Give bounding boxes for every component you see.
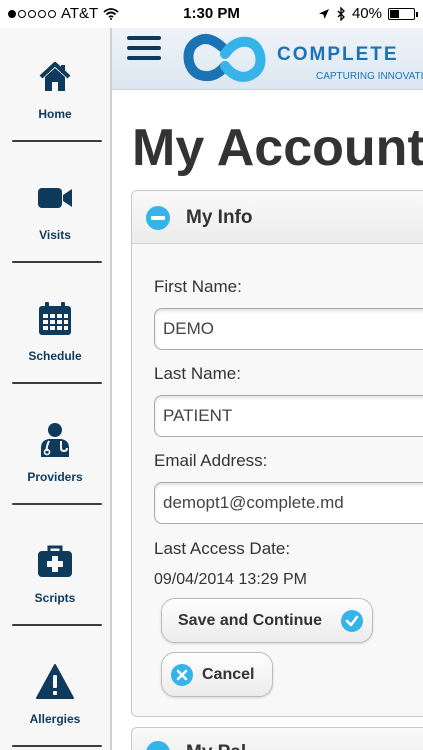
doctor-icon: [41, 422, 69, 457]
sidebar: Home Visits Schedule Providers Scripts A…: [0, 28, 112, 750]
sidebar-divider: [12, 503, 102, 505]
last-access-value: 09/04/2014 13:29 PM: [154, 571, 308, 588]
sidebar-item-label: Allergies: [29, 711, 81, 726]
sidebar-divider: [12, 745, 102, 747]
first-name-label: First Name:: [154, 277, 242, 296]
sidebar-divider: [12, 140, 102, 142]
page-title: My Account: [132, 119, 423, 177]
sidebar-item-label: Scripts: [34, 590, 76, 605]
brand-name: COMPLETE: [277, 44, 399, 65]
first-name-input[interactable]: [154, 308, 423, 350]
cancel-label: Cancel: [202, 665, 255, 683]
sidebar-item-visits[interactable]: Visits: [0, 149, 110, 270]
minus-circle-icon: [146, 741, 170, 750]
last-access-label: Last Access Date:: [154, 539, 291, 558]
last-name-input[interactable]: [154, 395, 423, 437]
close-circle-icon: [171, 664, 193, 686]
next-section-panel[interactable]: My Pal: [131, 727, 423, 750]
sidebar-item-allergies[interactable]: Allergies: [0, 633, 110, 750]
warning-icon: [36, 663, 74, 699]
sidebar-divider: [12, 382, 102, 384]
status-right-group: 40%: [318, 5, 418, 22]
next-section-title: My Pal: [186, 742, 246, 750]
battery-fill: [390, 9, 400, 18]
home-icon: [39, 61, 71, 91]
video-camera-icon: [38, 187, 72, 208]
sidebar-item-home[interactable]: Home: [0, 28, 110, 149]
menu-button[interactable]: [127, 36, 161, 66]
last-name-label: Last Name:: [154, 364, 241, 383]
minus-circle-icon: [146, 206, 170, 230]
save-continue-label: Save and Continue: [178, 611, 323, 629]
medical-kit-icon: [38, 545, 72, 577]
my-info-header[interactable]: My Info: [132, 191, 423, 244]
sidebar-item-schedule[interactable]: Schedule: [0, 270, 110, 391]
sidebar-divider: [12, 261, 102, 263]
battery-icon: [388, 7, 418, 20]
sidebar-divider: [12, 624, 102, 626]
complete-logo: [183, 33, 266, 82]
cancel-button[interactable]: Cancel: [161, 652, 273, 697]
my-info-title: My Info: [186, 207, 253, 228]
sidebar-item-label: Visits: [39, 227, 71, 242]
sidebar-item-providers[interactable]: Providers: [0, 391, 110, 512]
location-arrow-icon: [318, 8, 329, 19]
sidebar-item-label: Home: [38, 106, 72, 121]
brand-tagline: CAPTURING INNOVATION: [316, 71, 423, 82]
email-label: Email Address:: [154, 451, 268, 470]
save-continue-button[interactable]: Save and Continue: [161, 598, 373, 643]
sidebar-item-label: Providers: [27, 469, 83, 484]
check-circle-icon: [341, 610, 363, 632]
bluetooth-icon: [337, 6, 345, 21]
sidebar-item-label: Schedule: [28, 348, 82, 363]
calendar-icon: [39, 301, 71, 335]
app-header: COMPLETE CAPTURING INNOVATION: [112, 28, 423, 90]
status-bar: AT&T 1:30 PM 40%: [0, 0, 423, 28]
my-info-panel: My Info First Name: Last Name: Email Add…: [131, 190, 423, 717]
battery-percent: 40%: [351, 5, 382, 22]
sidebar-item-scripts[interactable]: Scripts: [0, 512, 110, 633]
email-input[interactable]: [154, 482, 423, 524]
